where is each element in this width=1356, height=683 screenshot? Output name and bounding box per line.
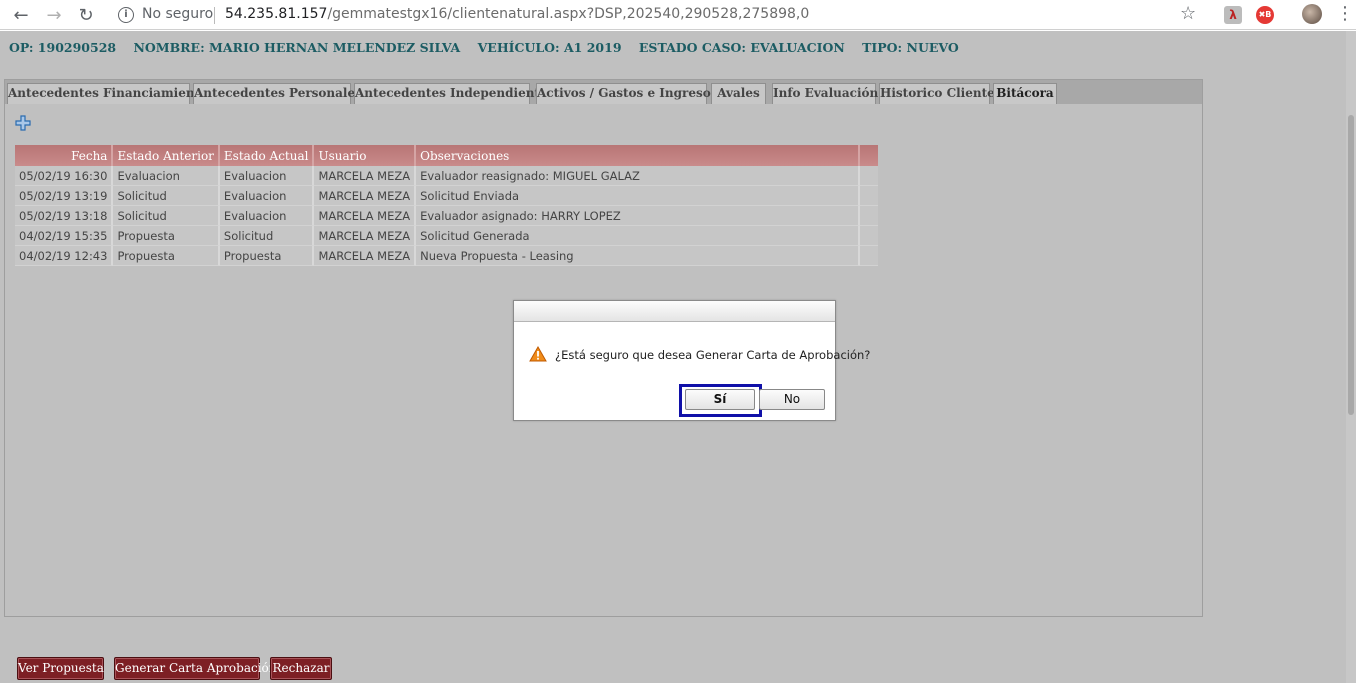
- cell-estado-anterior: Solicitud: [113, 186, 220, 206]
- cell-usuario: MARCELA MEZA: [314, 226, 417, 246]
- table-row[interactable]: 05/02/19 13:18 Solicitud Evaluacion MARC…: [15, 206, 878, 226]
- tab-antecedentes-independiente[interactable]: Antecedentes Independiente: [354, 83, 548, 104]
- ver-propuesta-button[interactable]: Ver Propuesta: [17, 657, 104, 680]
- client-name: NOMBRE: MARIO HERNAN MELENDEZ SILVA: [133, 40, 461, 55]
- cell-usuario: MARCELA MEZA: [314, 186, 417, 206]
- warning-icon: [529, 346, 547, 362]
- col-observaciones[interactable]: Observaciones: [416, 145, 861, 166]
- cell-fecha: 04/02/19 12:43: [15, 246, 114, 266]
- info-icon[interactable]: i: [118, 7, 134, 23]
- cell-observaciones: Evaluador reasignado: MIGUEL GALAZ: [416, 166, 861, 186]
- security-label: No seguro: [142, 6, 214, 22]
- url-path: /gemmatestgx16/clientenatural.aspx?DSP,2…: [327, 6, 810, 22]
- table-row[interactable]: 04/02/19 15:35 Propuesta Solicitud MARCE…: [15, 226, 878, 246]
- dialog-message: ¿Está seguro que desea Generar Carta de …: [555, 348, 871, 362]
- tab-bitacora[interactable]: Bitácora: [993, 83, 1057, 104]
- cell-estado-anterior: Propuesta: [113, 246, 220, 266]
- tab-antecedentes-financiamiento[interactable]: Antecedentes Financiamiento: [7, 83, 208, 104]
- cell-usuario: MARCELA MEZA: [314, 206, 417, 226]
- cell-estado-actual: Solicitud: [219, 226, 315, 246]
- cell-estado-actual: Evaluacion: [219, 166, 315, 186]
- scrollbar-thumb[interactable]: [1348, 115, 1354, 415]
- url-host: 54.235.81.157: [225, 6, 328, 22]
- back-arrow-icon[interactable]: ←: [9, 3, 33, 27]
- profile-avatar[interactable]: [1302, 4, 1322, 24]
- address-bar[interactable]: i No seguro 54.235.81.157/gemmatestgx16/…: [108, 1, 1208, 29]
- rechazar-button[interactable]: Rechazar: [270, 657, 332, 680]
- cell-spacer: [860, 246, 878, 266]
- cell-observaciones: Nueva Propuesta - Leasing: [416, 246, 861, 266]
- table-row[interactable]: 04/02/19 12:43 Propuesta Propuesta MARCE…: [15, 246, 878, 266]
- cell-observaciones: Evaluador asignado: HARRY LOPEZ: [416, 206, 861, 226]
- browser-menu-icon[interactable]: ⋮: [1336, 3, 1354, 24]
- table-row[interactable]: 05/02/19 13:19 Solicitud Evaluacion MARC…: [15, 186, 878, 206]
- cell-spacer: [860, 226, 878, 246]
- extension-badge-icon[interactable]: ✖B: [1256, 6, 1274, 24]
- col-fecha[interactable]: Fecha: [15, 145, 114, 166]
- cell-observaciones: Solicitud Generada: [416, 226, 861, 246]
- cell-usuario: MARCELA MEZA: [314, 246, 417, 266]
- dialog-titlebar[interactable]: [514, 301, 835, 322]
- col-spacer: [860, 145, 878, 166]
- cell-fecha: 05/02/19 13:18: [15, 206, 114, 226]
- forward-arrow-icon[interactable]: →: [42, 3, 66, 27]
- tab-antecedentes-personales[interactable]: Antecedentes Personales: [193, 83, 362, 104]
- pdf-extension-icon[interactable]: λ: [1224, 6, 1242, 24]
- url-separator: [214, 7, 215, 24]
- cell-spacer: [860, 166, 878, 186]
- cell-estado-actual: Propuesta: [219, 246, 315, 266]
- yes-button[interactable]: Sí: [685, 389, 755, 410]
- cell-estado-actual: Evaluacion: [219, 186, 315, 206]
- col-usuario[interactable]: Usuario: [314, 145, 417, 166]
- cell-estado-anterior: Propuesta: [113, 226, 220, 246]
- cell-observaciones: Solicitud Enviada: [416, 186, 861, 206]
- cell-fecha: 05/02/19 13:19: [15, 186, 114, 206]
- case-status: ESTADO CASO: EVALUACION: [638, 40, 845, 55]
- confirm-dialog: ¿Está seguro que desea Generar Carta de …: [513, 300, 870, 421]
- tab-info-evaluacion[interactable]: Info Evaluación: [772, 83, 878, 104]
- vehicle: VEHÍCULO: A1 2019: [477, 40, 622, 55]
- cell-estado-actual: Evaluacion: [219, 206, 315, 226]
- cell-estado-anterior: Solicitud: [113, 206, 220, 226]
- cell-usuario: MARCELA MEZA: [314, 166, 417, 186]
- col-estado-actual[interactable]: Estado Actual: [219, 145, 315, 166]
- op-number: OP: 190290528: [9, 40, 117, 55]
- no-button[interactable]: No: [759, 389, 825, 410]
- cell-spacer: [860, 186, 878, 206]
- tab-avales[interactable]: Avales: [711, 83, 766, 104]
- tab-strip: Antecedentes Financiamiento Antecedentes…: [5, 80, 1202, 104]
- generar-carta-aprobacion-button[interactable]: Generar Carta Aprobación: [114, 657, 276, 680]
- reload-icon[interactable]: ↻: [74, 3, 98, 27]
- url-text[interactable]: 54.235.81.157/gemmatestgx16/clientenatur…: [225, 6, 809, 22]
- tab-activos-gastos-ingresos[interactable]: Activos / Gastos e Ingresos: [536, 83, 717, 104]
- table-row[interactable]: 05/02/19 16:30 Evaluacion Evaluacion MAR…: [15, 166, 878, 186]
- browser-toolbar: ← → ↻ i No seguro 54.235.81.157/gemmates…: [0, 0, 1356, 30]
- cell-fecha: 05/02/19 16:30: [15, 166, 114, 186]
- col-estado-anterior[interactable]: Estado Anterior: [113, 145, 220, 166]
- case-info-bar: OP: 190290528 NOMBRE: MARIO HERNAN MELEN…: [9, 40, 972, 55]
- bitacora-grid: Fecha Estado Anterior Estado Actual Usua…: [15, 145, 878, 266]
- bookmark-star-icon[interactable]: ☆: [1180, 3, 1196, 24]
- page-scrollbar[interactable]: [1346, 31, 1356, 683]
- cell-spacer: [860, 206, 878, 226]
- tab-historico-cliente[interactable]: Historico Cliente: [879, 83, 995, 104]
- cell-estado-anterior: Evaluacion: [113, 166, 220, 186]
- cell-fecha: 04/02/19 15:35: [15, 226, 114, 246]
- case-type: TIPO: NUEVO: [862, 40, 959, 55]
- add-plus-icon[interactable]: [15, 115, 31, 131]
